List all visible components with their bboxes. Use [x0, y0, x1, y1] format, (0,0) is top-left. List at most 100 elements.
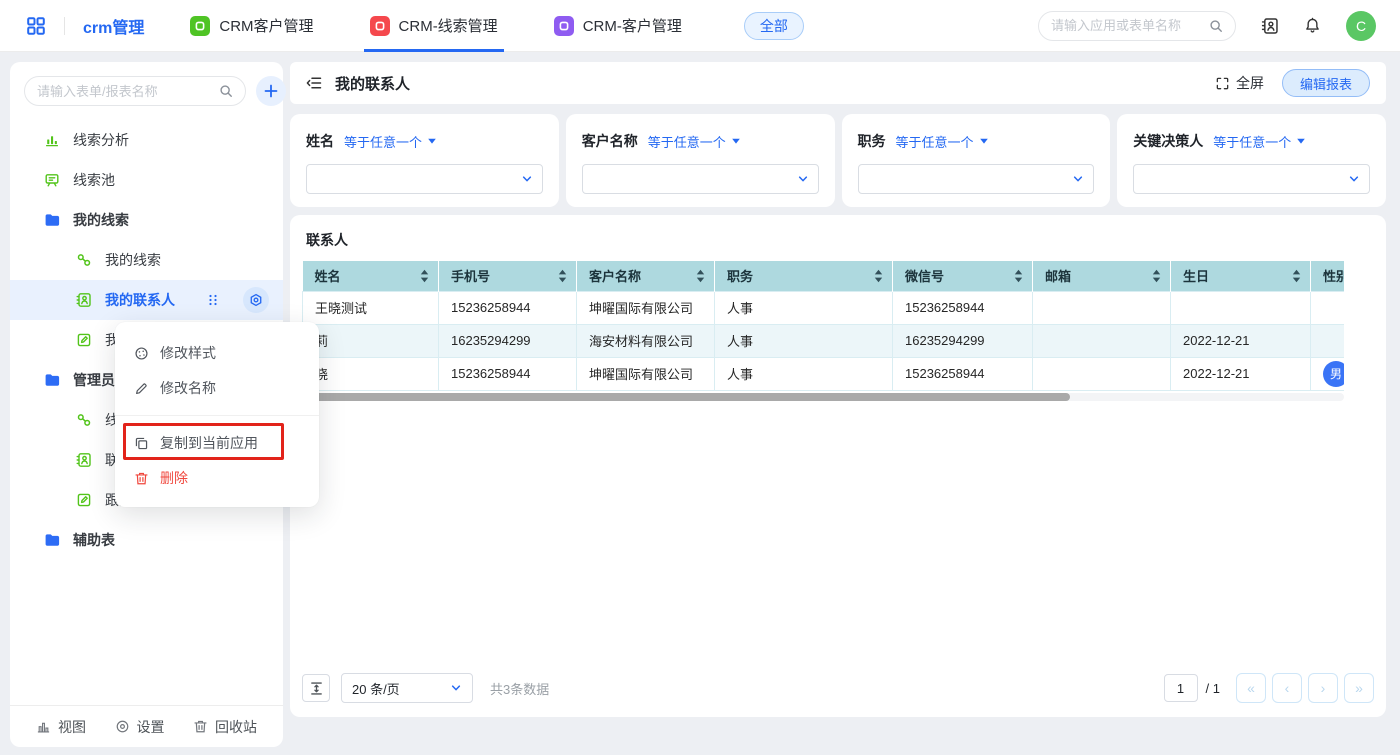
- column-header-2[interactable]: 客户名称: [577, 261, 715, 291]
- avatar[interactable]: C: [1346, 11, 1376, 41]
- search-icon: [219, 84, 233, 98]
- sidebar-item-10[interactable]: 辅助表: [10, 520, 283, 560]
- scrollbar-thumb[interactable]: [302, 393, 1070, 401]
- sidebar-search-input[interactable]: [37, 84, 213, 99]
- app-tab-2[interactable]: CRM-客户管理: [548, 0, 688, 52]
- contacts-table-wrap: 姓名手机号客户名称职务微信号邮箱生日性别 王晓测试15236258944坤曜国际…: [302, 261, 1344, 391]
- folder-icon: [44, 532, 60, 548]
- fullscreen-button[interactable]: 全屏: [1215, 73, 1264, 93]
- app-icon: [190, 16, 210, 36]
- filter-card-2: 职务等于任意一个: [842, 114, 1111, 207]
- item-settings-button[interactable]: [243, 287, 269, 313]
- sort-icon[interactable]: [420, 269, 429, 283]
- sort-icon[interactable]: [558, 269, 567, 283]
- pagination-bar: 20 条/页 共3条数据 / 1 «‹›»: [302, 673, 1374, 703]
- sort-icon[interactable]: [696, 269, 705, 283]
- edit-report-button[interactable]: 编辑报表: [1282, 69, 1370, 97]
- sort-icon[interactable]: [1152, 269, 1161, 283]
- app-tab-0[interactable]: CRM客户管理: [184, 0, 319, 52]
- workspace-title[interactable]: crm管理: [83, 14, 144, 38]
- filter-operator[interactable]: 等于任意一个: [648, 132, 741, 151]
- contacts-icon: [76, 292, 92, 308]
- global-search-input[interactable]: [1051, 18, 1203, 33]
- sidebar-item-2[interactable]: 我的线索: [10, 200, 283, 240]
- context-menu-item-3[interactable]: 删除: [115, 462, 319, 494]
- delete-trash-icon: [134, 471, 149, 486]
- footer-settings-gear[interactable]: 设置: [115, 717, 165, 737]
- bell-icon[interactable]: [1304, 17, 1321, 34]
- copy-icon: [134, 436, 149, 451]
- sidebar-item-label: 我的线索: [73, 210, 129, 230]
- filter-field-label: 客户名称: [582, 131, 638, 151]
- filter-value-select[interactable]: [582, 164, 819, 194]
- total-count: 共3条数据: [490, 679, 549, 698]
- next-page-button[interactable]: ›: [1308, 673, 1338, 703]
- sidebar-item-0[interactable]: 线索分析: [10, 120, 283, 160]
- filter-value-select[interactable]: [306, 164, 543, 194]
- drag-dots-icon[interactable]: [206, 293, 220, 307]
- sidebar-footer: 视图 设置 回收站: [10, 705, 283, 747]
- page-size-select[interactable]: 20 条/页: [341, 673, 473, 703]
- context-menu-item-2[interactable]: 复制到当前应用: [115, 427, 319, 459]
- sidebar-search-row: [10, 62, 283, 114]
- address-book-icon[interactable]: [1261, 17, 1279, 35]
- filter-value-select[interactable]: [1133, 164, 1370, 194]
- app-tab-label: CRM-客户管理: [583, 15, 682, 36]
- footer-recycle-bin[interactable]: 回收站: [193, 717, 257, 737]
- app-tab-1[interactable]: CRM-线索管理: [364, 0, 504, 52]
- fullscreen-label: 全屏: [1236, 73, 1264, 93]
- filter-value-select[interactable]: [858, 164, 1095, 194]
- contacts-table: 姓名手机号客户名称职务微信号邮箱生日性别 王晓测试15236258944坤曜国际…: [302, 261, 1344, 391]
- horizontal-scrollbar: [302, 393, 1344, 401]
- sidebar-item-3[interactable]: 我的线索: [10, 240, 283, 280]
- filter-operator[interactable]: 等于任意一个: [896, 132, 989, 151]
- column-header-1[interactable]: 手机号: [439, 261, 577, 291]
- pager: / 1 «‹›»: [1164, 673, 1374, 703]
- footer-label: 回收站: [215, 717, 257, 737]
- filter-field-label: 关键决策人: [1133, 131, 1203, 151]
- footer-view-chart[interactable]: 视图: [36, 717, 86, 737]
- page-number-input[interactable]: [1164, 674, 1198, 702]
- cell-name: 莉: [303, 324, 439, 357]
- sort-icon[interactable]: [874, 269, 883, 283]
- filter-operator[interactable]: 等于任意一个: [1213, 132, 1306, 151]
- app-grid-icon[interactable]: [26, 16, 46, 36]
- contacts-card: 联系人 姓名手机号客户名称职务微信号邮箱生日性别 王晓测试15236258944…: [290, 215, 1386, 717]
- settings-gear-icon: [115, 719, 130, 734]
- form-edit-icon: [76, 492, 92, 508]
- context-menu-item-0[interactable]: 修改样式: [115, 337, 319, 369]
- table-row-0[interactable]: 王晓测试15236258944坤曜国际有限公司人事15236258944: [303, 291, 1345, 324]
- menu-item-label: 修改名称: [160, 378, 216, 398]
- sidebar-item-label: 线索池: [73, 170, 115, 190]
- column-header-5[interactable]: 邮箱: [1033, 261, 1171, 291]
- column-header-0[interactable]: 姓名: [303, 261, 439, 291]
- context-menu-item-1[interactable]: 修改名称: [115, 372, 319, 404]
- link-icon: [76, 412, 92, 428]
- column-header-4[interactable]: 微信号: [893, 261, 1033, 291]
- add-form-button[interactable]: [256, 76, 286, 106]
- collapse-sidebar-icon[interactable]: [306, 75, 322, 91]
- column-header-7[interactable]: 性别: [1311, 261, 1345, 291]
- footer-label: 视图: [58, 717, 86, 737]
- column-header-6[interactable]: 生日: [1171, 261, 1311, 291]
- last-page-button[interactable]: »: [1344, 673, 1374, 703]
- app-tabs: CRM客户管理 CRM-线索管理 CRM-客户管理: [184, 0, 731, 52]
- sidebar-item-4[interactable]: 我的联系人: [10, 280, 283, 320]
- sort-icon[interactable]: [1014, 269, 1023, 283]
- sort-icon[interactable]: [1292, 269, 1301, 283]
- filter-operator[interactable]: 等于任意一个: [344, 132, 437, 151]
- prev-page-button[interactable]: ‹: [1272, 673, 1302, 703]
- filter-card-1: 客户名称等于任意一个: [566, 114, 835, 207]
- table-row-1[interactable]: 莉16235294299海安材料有限公司人事162352942992022-12…: [303, 324, 1345, 357]
- first-page-button[interactable]: «: [1236, 673, 1266, 703]
- cell-wechat: 15236258944: [893, 291, 1033, 324]
- sidebar-item-1[interactable]: 线索池: [10, 160, 283, 200]
- view-chart-icon: [36, 719, 51, 734]
- all-apps-pill[interactable]: 全部: [744, 12, 804, 40]
- table-row-2[interactable]: 晓15236258944坤曜国际有限公司人事152362589442022-12…: [303, 357, 1345, 390]
- form-edit-icon: [76, 332, 92, 348]
- cell-wechat: 16235294299: [893, 324, 1033, 357]
- column-header-3[interactable]: 职务: [715, 261, 893, 291]
- fit-height-button[interactable]: [302, 674, 330, 702]
- footer-label: 设置: [137, 717, 165, 737]
